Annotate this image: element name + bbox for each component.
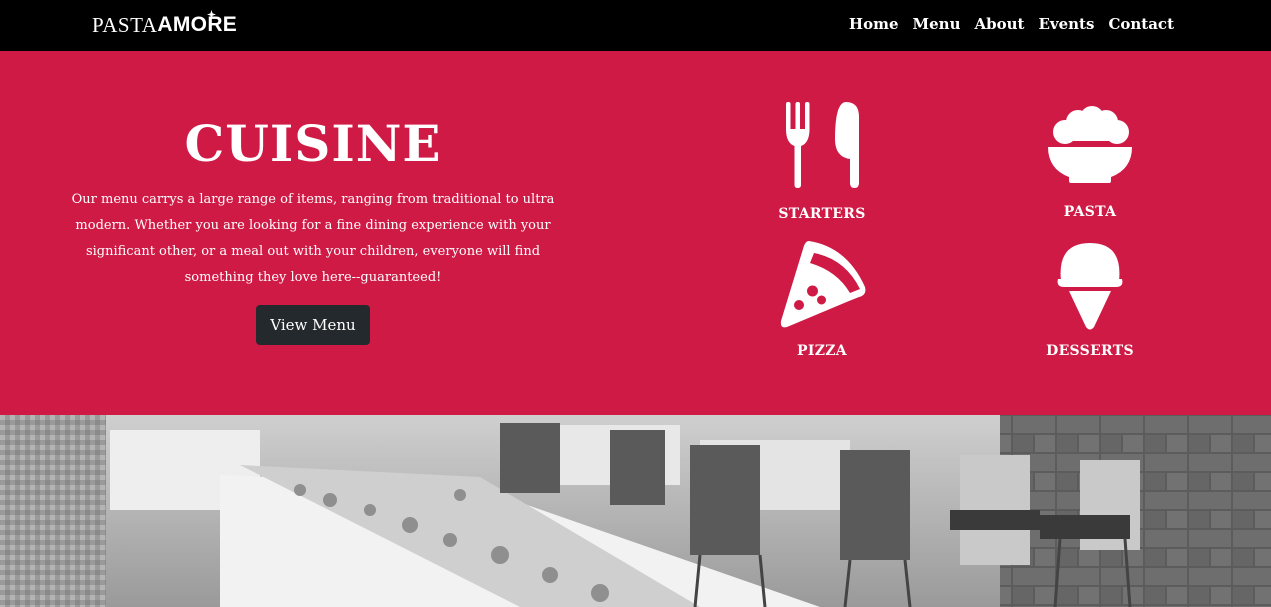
- fork-knife-icon: [786, 102, 859, 188]
- cuisine-intro: CUISINE Our menu carrys a large range of…: [60, 51, 566, 345]
- nav-home[interactable]: Home: [849, 15, 899, 33]
- top-navbar: PASTA AMORE Home Menu About Events Contac…: [0, 0, 1271, 51]
- nav-events[interactable]: Events: [1038, 15, 1094, 33]
- cuisine-description: Our menu carrys a large range of items, …: [71, 192, 555, 285]
- restaurant-interior-photo: [0, 415, 1271, 607]
- brand-logo[interactable]: PASTA AMORE: [92, 10, 238, 38]
- category-pasta[interactable]: PASTA: [1005, 105, 1175, 220]
- restaurant-photo-illustration: [0, 415, 1271, 607]
- category-pizza-label: PIZZA: [797, 343, 847, 359]
- nav-about[interactable]: About: [974, 15, 1024, 33]
- category-starters-label: STARTERS: [778, 206, 866, 222]
- main-nav: Home Menu About Events Contact: [849, 15, 1174, 33]
- pasta-bowl-icon: [1048, 106, 1132, 183]
- category-pasta-label: PASTA: [1063, 204, 1117, 220]
- category-desserts-label: DESSERTS: [1046, 343, 1134, 359]
- cuisine-section: CUISINE Our menu carrys a large range of…: [0, 51, 1271, 415]
- nav-contact[interactable]: Contact: [1108, 15, 1174, 33]
- category-desserts[interactable]: DESSERTS: [1005, 239, 1175, 359]
- ice-cream-cone-icon: [1057, 243, 1123, 330]
- category-starters[interactable]: STARTERS: [737, 99, 907, 222]
- brand-name-part2: AMORE: [157, 13, 238, 36]
- view-menu-button[interactable]: View Menu: [256, 305, 370, 345]
- cuisine-title: CUISINE: [184, 114, 442, 173]
- brand-name-part1: PASTA: [92, 13, 158, 37]
- category-pizza[interactable]: PIZZA: [737, 239, 907, 359]
- pizza-slice-icon: [780, 241, 866, 328]
- nav-menu[interactable]: Menu: [913, 15, 961, 33]
- logo-star-icon: [207, 10, 216, 19]
